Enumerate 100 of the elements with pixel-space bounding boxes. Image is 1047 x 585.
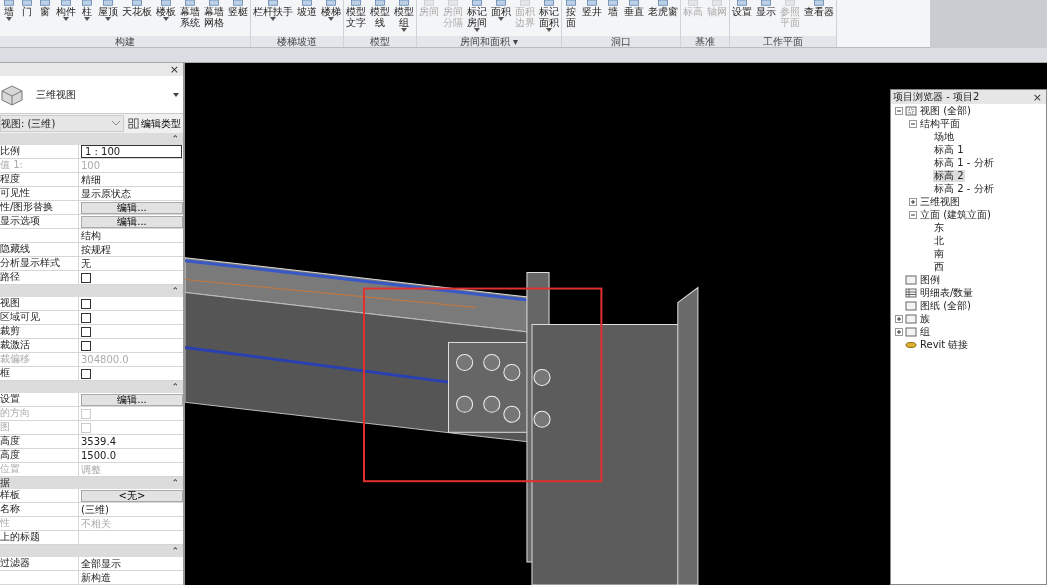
section-header[interactable]: ⌃ (0, 133, 183, 145)
tree-item[interactable]: 明细表/数量 (919, 286, 975, 299)
ribbon-tool-button[interactable]: 按 面 (562, 0, 580, 36)
expander-icon[interactable] (909, 119, 917, 128)
tree-item[interactable]: 图纸 (全部) (919, 299, 972, 312)
ribbon-tool-button[interactable]: 显示 (754, 0, 778, 36)
ribbon-tool-button[interactable]: 竖梃 (226, 0, 250, 36)
tree-item[interactable]: 标高 1 (933, 143, 965, 156)
ribbon-tool-button[interactable]: 面积 (489, 0, 513, 36)
tree-item[interactable]: 视图 (全部) (919, 104, 972, 117)
tool-icon (101, 0, 115, 6)
ribbon-tool-button[interactable]: 天花板 (120, 0, 154, 36)
ribbon-tool-button[interactable]: 模型 组 (392, 0, 416, 36)
tool-icon (812, 0, 826, 6)
tree-item[interactable]: 南 (933, 247, 945, 260)
tool-icon (518, 0, 532, 6)
ribbon-tool-button[interactable]: 坡道 (295, 0, 319, 36)
tool-icon (446, 0, 460, 6)
checkbox[interactable] (81, 368, 91, 379)
close-button[interactable]: × (165, 63, 183, 76)
tree-item[interactable]: 西 (933, 260, 945, 273)
tree-item[interactable]: 图例 (919, 273, 941, 286)
property-label: 路径 (0, 271, 79, 284)
ribbon-tool-button[interactable]: 幕墙 网格 (202, 0, 226, 36)
checkbox[interactable] (81, 298, 91, 309)
ribbon-tool-button[interactable]: 模型 文字 (344, 0, 368, 36)
instance-dropdown[interactable]: 视图: (三维) (0, 115, 124, 132)
close-button[interactable]: × (1028, 90, 1046, 104)
ribbon-tool-button[interactable]: 屋顶 (96, 0, 120, 36)
ribbon-tool-button[interactable]: 墙 (604, 0, 622, 36)
tree-item[interactable]: 标高 2 - 分析 (933, 182, 995, 195)
property-value: 按规程 (81, 243, 111, 256)
tree-item[interactable]: 三维视图 (919, 195, 961, 208)
edit-button[interactable]: 编辑... (81, 201, 183, 214)
expander-icon[interactable] (895, 314, 903, 323)
tree-item[interactable]: 立面 (建筑立面) (919, 208, 992, 221)
property-value: 新构造 (81, 571, 111, 584)
ribbon-tool-button[interactable]: 竖井 (580, 0, 604, 36)
panel-title: 项目浏览器 - 项目2 (893, 90, 980, 104)
ribbon-tool-button[interactable]: 标记 房间 (465, 0, 489, 36)
ribbon-tool-button[interactable]: 标记 面积 (537, 0, 561, 36)
ribbon-tool-button[interactable]: 楼梯 (319, 0, 343, 36)
ribbon-tool-button[interactable]: 老虎窗 (646, 0, 680, 36)
section-header[interactable]: 据 ⌃ (0, 477, 183, 489)
property-label: 高度 (0, 435, 79, 448)
property-label: 视图 (0, 297, 79, 310)
property-value: (三维) (81, 503, 109, 516)
ribbon-tool-button[interactable]: 查看器 (802, 0, 836, 36)
ribbon-tool-button[interactable]: 门 (18, 0, 36, 36)
expander-icon[interactable] (895, 106, 903, 115)
ribbon-tool-button[interactable]: 垂直 (622, 0, 646, 36)
collapse-toggle[interactable]: ⌃ (171, 477, 179, 489)
tool-icon (159, 0, 173, 6)
ribbon-tool-button[interactable]: 柱 (78, 0, 96, 36)
tree-item[interactable]: 标高 1 - 分析 (933, 156, 995, 169)
collapse-toggle[interactable]: ⌃ (171, 285, 179, 297)
checkbox[interactable] (81, 272, 91, 283)
section-title: 据 (0, 477, 10, 489)
collapse-toggle[interactable]: ⌃ (171, 133, 179, 145)
tree-item[interactable]: 标高 2 (933, 169, 965, 182)
property-label: 值 1: (0, 159, 79, 172)
collapse-toggle[interactable]: ⌃ (171, 545, 179, 557)
tree-item[interactable]: 结构平面 (919, 117, 961, 130)
property-label: 框 (0, 367, 79, 380)
tool-icon (2, 0, 16, 6)
collapse-toggle[interactable]: ⌃ (171, 381, 179, 393)
edit-button[interactable]: 编辑... (81, 393, 183, 406)
tree-item[interactable]: 东 (933, 221, 945, 234)
ribbon-tool-button[interactable]: 构件 (54, 0, 78, 36)
tree-item[interactable]: 组 (919, 325, 931, 338)
tree-item[interactable]: 场地 (933, 130, 955, 143)
ribbon-tool-button[interactable]: 幕墙 系统 (178, 0, 202, 36)
ribbon-tool-button[interactable]: 楼板 (154, 0, 178, 36)
ribbon-tool-button[interactable]: 墙 (0, 0, 18, 36)
scale-input[interactable]: 1 : 100 (81, 145, 182, 158)
expander-icon[interactable] (895, 327, 903, 336)
property-value: 1500.0 (81, 449, 116, 462)
edit-type-button[interactable]: 编辑类型 (126, 116, 183, 131)
section-header[interactable]: ⌃ (0, 545, 183, 557)
edit-button[interactable]: <无> (81, 489, 183, 502)
expander-icon[interactable] (909, 197, 917, 206)
section-header[interactable]: ⌃ (0, 381, 183, 393)
checkbox[interactable] (81, 326, 91, 337)
checkbox[interactable] (81, 340, 91, 351)
ribbon-tool-button[interactable]: 栏杆扶手 (251, 0, 295, 36)
ribbon-tool-button[interactable]: 窗 (36, 0, 54, 36)
sheet-icon (905, 300, 917, 311)
property-label: 隐藏线 (0, 243, 79, 256)
type-selector[interactable]: 三维视图 (0, 76, 183, 114)
ribbon-tool-button[interactable]: 模型 线 (368, 0, 392, 36)
section-header[interactable]: ⌃ (0, 285, 183, 297)
checkbox[interactable] (81, 312, 91, 323)
expander-icon[interactable] (909, 210, 917, 219)
tree-item[interactable]: 族 (919, 312, 931, 325)
tree-item[interactable]: 北 (933, 234, 945, 247)
tool-icon (710, 0, 724, 6)
edit-button[interactable]: 编辑... (81, 215, 183, 228)
group-icon (905, 326, 917, 337)
tree-item[interactable]: Revit 链接 (919, 338, 970, 351)
ribbon-tool-button[interactable]: 设置 (730, 0, 754, 36)
